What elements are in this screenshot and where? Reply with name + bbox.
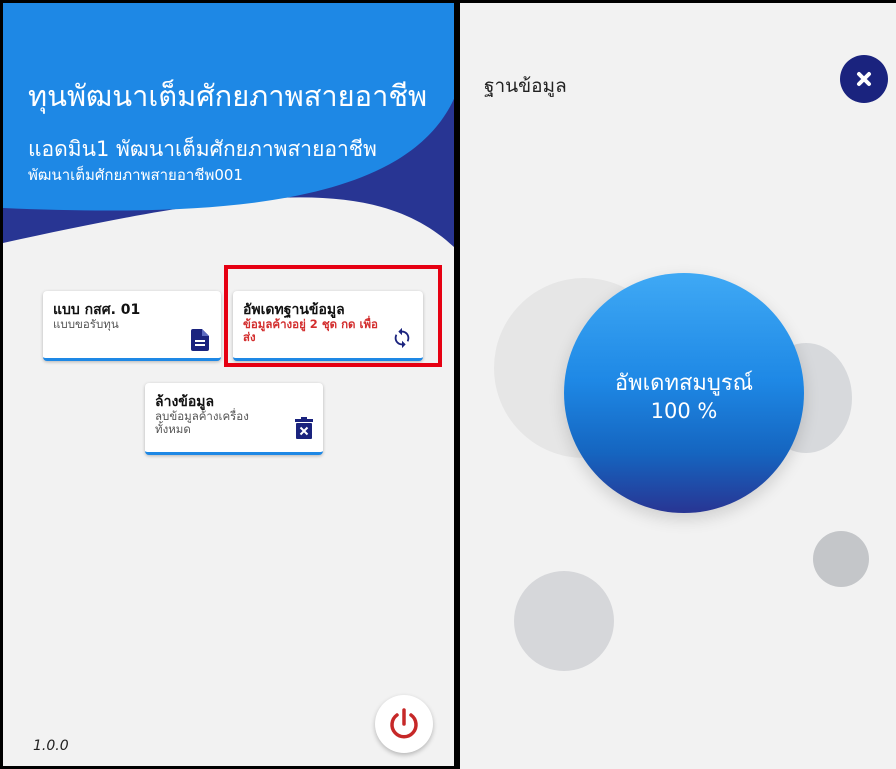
user-id: พัฒนาเต็มศักยภาพสายอาชีพ001: [28, 166, 243, 184]
logout-button[interactable]: [375, 695, 433, 753]
clear-data-card[interactable]: ล้างข้อมูล ลบข้อมูลค้างเครื่อง ทั้งหมด: [145, 383, 323, 455]
update-status-circle: อัพเดทสมบูรณ์ 100 %: [564, 273, 804, 513]
app-version: 1.0.0: [33, 738, 69, 754]
update-status-label: อัพเดทสมบูรณ์: [614, 371, 754, 396]
decor-bubble: [813, 531, 869, 587]
form-card[interactable]: แบบ กสศ. 01 แบบขอรับทุน: [43, 291, 221, 361]
home-screen: ทุนพัฒนาเต็มศักยภาพสายอาชีพ แอดมิน1 พัฒน…: [0, 0, 457, 769]
highlight-box: [224, 265, 442, 367]
database-screen: ฐานข้อมูล อัพเดทสมบูรณ์ 100 %: [460, 0, 896, 769]
decor-bubble: [514, 571, 614, 671]
close-icon: [857, 72, 871, 86]
close-button[interactable]: [840, 55, 888, 103]
document-icon: [191, 329, 209, 351]
clear-card-desc: ลบข้อมูลค้างเครื่อง ทั้งหมด: [155, 409, 249, 436]
database-title: ฐานข้อมูล: [484, 75, 567, 97]
user-name: แอดมิน1 พัฒนาเต็มศักยภาพสายอาชีพ: [28, 137, 377, 161]
delete-icon: [295, 417, 313, 439]
header-banner: ทุนพัฒนาเต็มศักยภาพสายอาชีพ แอดมิน1 พัฒน…: [3, 3, 454, 263]
update-progress: 100 %: [650, 399, 718, 423]
app-title: ทุนพัฒนาเต็มศักยภาพสายอาชีพ: [28, 79, 428, 113]
power-icon: [390, 708, 418, 739]
form-card-desc: แบบขอรับทุน: [53, 317, 119, 331]
